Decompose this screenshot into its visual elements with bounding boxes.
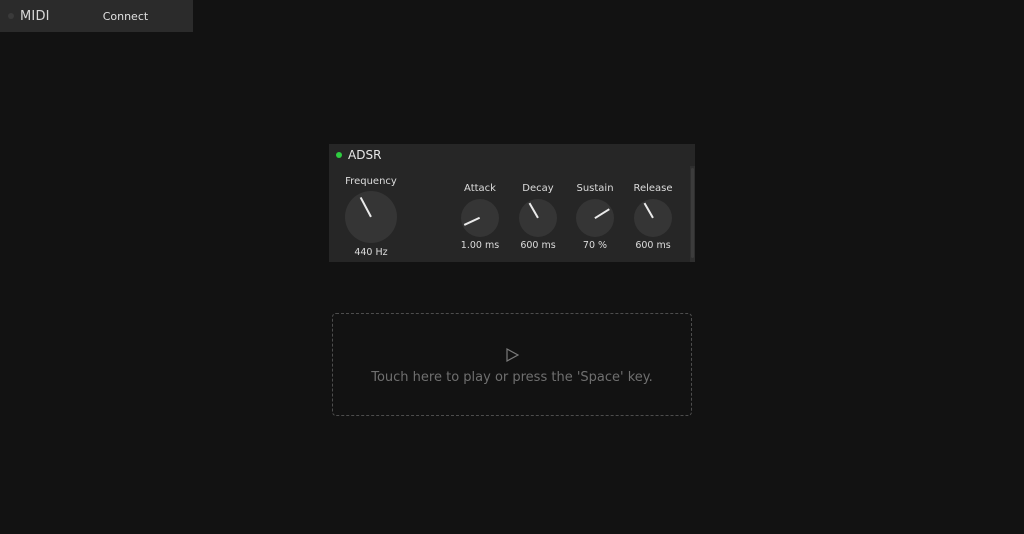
frequency-knob[interactable] [345, 191, 397, 243]
attack-label: Attack [464, 183, 496, 194]
decay-value: 600 ms [520, 240, 556, 251]
adsr-panel: ADSR Frequency 440 Hz Attack 1.00 ms Dec… [329, 144, 695, 262]
play-icon [506, 348, 519, 362]
release-knob[interactable] [634, 199, 672, 237]
attack-value: 1.00 ms [460, 240, 500, 251]
attack-control: Attack 1.00 ms [455, 183, 505, 251]
panel-scrollbar[interactable] [690, 166, 695, 262]
frequency-control: Frequency 440 Hz [343, 176, 399, 258]
midi-label: MIDI [20, 8, 50, 24]
decay-knob[interactable] [519, 199, 557, 237]
connect-button[interactable]: Connect [103, 10, 148, 23]
midi-status-indicator [8, 13, 14, 19]
release-value: 600 ms [635, 240, 671, 251]
frequency-label: Frequency [345, 176, 397, 187]
status-indicator [336, 152, 342, 158]
release-label: Release [633, 183, 673, 194]
decay-knob-indicator [528, 202, 539, 219]
sustain-label: Sustain [576, 183, 614, 194]
attack-knob-indicator [464, 217, 481, 226]
frequency-value: 440 Hz [354, 247, 388, 258]
decay-label: Decay [522, 183, 554, 194]
sustain-value: 70 % [582, 240, 608, 251]
panel-scrollbar-thumb[interactable] [691, 168, 694, 258]
sustain-control: Sustain 70 % [570, 183, 620, 251]
sustain-knob[interactable] [576, 199, 614, 237]
sustain-knob-indicator [594, 208, 610, 219]
panel-header: ADSR [329, 144, 695, 166]
play-touch-area[interactable]: Touch here to play or press the 'Space' … [332, 313, 692, 416]
release-knob-indicator [643, 202, 654, 219]
panel-title: ADSR [348, 148, 382, 162]
panel-body: Frequency 440 Hz Attack 1.00 ms Decay 60… [329, 166, 695, 262]
midi-bar: MIDI Connect [0, 0, 193, 32]
release-control: Release 600 ms [628, 183, 678, 251]
decay-control: Decay 600 ms [513, 183, 563, 251]
frequency-knob-indicator [360, 197, 372, 218]
play-instruction-text: Touch here to play or press the 'Space' … [371, 370, 653, 385]
attack-knob[interactable] [461, 199, 499, 237]
